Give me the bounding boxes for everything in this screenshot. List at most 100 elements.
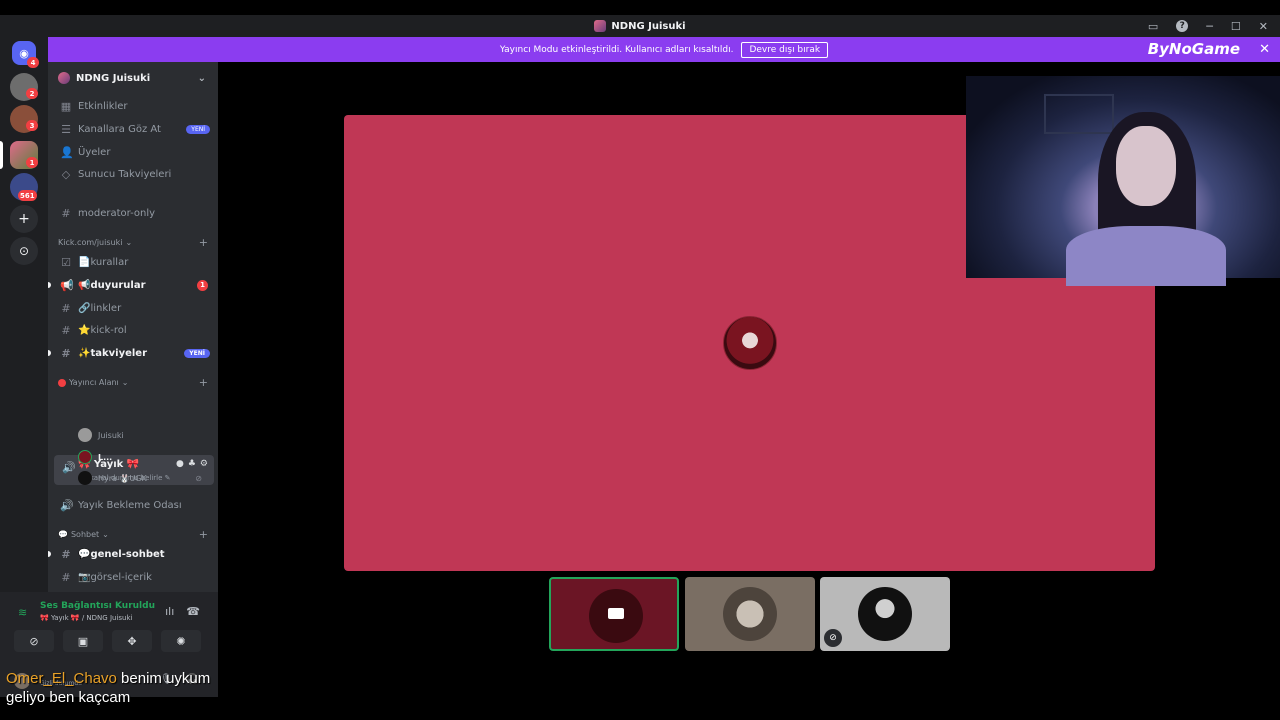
banner-text: Yayıncı Modu etkinleştirildi. Kullanıcı … [499,44,734,55]
channel-label: ⭐kick-rol [78,324,127,336]
avatar [78,471,92,485]
close-window-button[interactable]: ✕ [1259,20,1268,33]
unread-indicator [48,282,51,288]
channel-moderator-only[interactable]: # moderator-only [54,203,214,223]
nav-events[interactable]: ▦ Etkinlikler [54,96,214,116]
bynogame-watermark: ByNoGame [1147,40,1240,58]
channel-label: Yayık Bekleme Odası [78,499,182,511]
channel-kick-rol[interactable]: # ⭐kick-rol [54,320,214,340]
voice-user-name: L... [98,452,113,462]
hash-icon: # [61,346,71,360]
hash-icon: # [61,323,71,337]
nav-members-label: Üyeler [78,146,111,158]
channel-label: 📄kurallar [78,256,129,268]
server-header-icon [58,72,70,84]
chat-line-2: geliyo ben kaçcam [6,689,131,706]
active-server-pill [0,141,3,169]
maximize-button[interactable]: ☐ [1231,20,1241,33]
disable-streamer-mode-button[interactable]: Devre dışı bırak [741,41,829,58]
chat-line-1: Omer_El_Chavo benim uykum [6,669,306,688]
camera-off-button[interactable]: ⊘ [14,630,54,652]
focused-participant-avatar [723,316,777,370]
stream-chat-overlay: Omer_El_Chavo benim uykum geliyo ben kaç… [6,669,306,707]
channel-gorsel-icerik[interactable]: # 📷görsel-içerik [54,567,214,587]
voice-connected-channel[interactable]: 🎀 Yayık 🎀 / NDNG Juisuki [40,614,132,622]
list-icon: ☰ [61,122,71,136]
voice-user[interactable]: L... [78,448,208,466]
nav-boosts[interactable]: ◇ Sunucu Takviyeleri [54,164,214,184]
voice-user[interactable]: Hyra 🐰UGK ⊘ [78,469,208,487]
nav-browse-channels[interactable]: ☰ Kanallara Göz At YENİ [54,119,214,139]
window-controls: ▭ ? ─ ☐ ✕ [1148,15,1268,37]
hash-icon: # [61,206,71,220]
chevron-down-icon: ⌄ [125,238,133,247]
avatar [723,587,777,641]
soundboard-icon: ✺ [176,634,186,648]
server-header[interactable]: NDNG Juisuki ⌄ [48,62,218,94]
voice-connected-status[interactable]: Ses Bağlantısı Kuruldu [40,601,155,611]
window-titlebar: NDNG Juisuki ▭ ? ─ ☐ ✕ [0,15,1280,37]
voice-user-name: Juisuki [98,430,124,440]
new-badge: YENİ [186,124,210,134]
webcam-person-body [1066,226,1226,286]
server-badge-2: 3 [26,120,38,131]
megaphone-icon: 📢 [60,278,74,292]
soundboard-button[interactable]: ✺ [161,630,201,652]
speech-bubble-icon: 💬 [58,530,68,539]
server-badge-3: 1 [26,157,38,168]
participant-tile-1[interactable] [549,577,679,651]
add-channel-icon[interactable]: + [199,236,208,249]
home-badge: 4 [27,57,39,68]
channel-duyurular[interactable]: 📢 📢duyurular 1 [48,275,214,295]
category-chat[interactable]: 💬 Sohbet ⌄ + [58,528,208,541]
signal-icon: ≋ [18,606,28,619]
participant-tile-2[interactable] [685,577,815,651]
nav-events-label: Etkinlikler [78,100,128,112]
server-badge-4: 561 [18,190,37,201]
banner-close-button[interactable]: ✕ [1259,42,1270,57]
participant-tile-3[interactable]: ⊘ [820,577,950,651]
disconnect-icon[interactable]: ☎ [186,605,200,618]
chevron-down-icon: ⌄ [102,530,109,539]
help-icon[interactable]: ? [1176,20,1189,32]
activities-button[interactable]: ✥ [112,630,152,652]
calendar-icon: ▦ [60,99,72,113]
inbox-icon[interactable]: ▭ [1148,20,1158,33]
channel-label: ✨takviyeler [78,347,148,359]
discover-icon[interactable]: ⊙ [10,237,38,265]
avatar [78,450,92,464]
channel-linkler[interactable]: # 🔗linkler [54,298,214,318]
mention-badge: 1 [197,279,208,291]
channel-label: 💬genel-sohbet [78,548,165,560]
nav-members[interactable]: 👤 Üyeler [54,142,214,162]
red-circle-icon [58,378,66,387]
camera-icon [608,608,624,619]
new-badge: YENİ [184,348,210,358]
voice-panel-tools: ılı ☎ [165,605,200,618]
voice-channel-waiting[interactable]: 🔊 Yayık Bekleme Odası [54,495,214,515]
hash-icon: # [61,570,71,584]
add-channel-icon[interactable]: + [199,528,208,541]
channel-kurallar[interactable]: ☑ 📄kurallar [54,252,214,272]
unread-indicator [48,350,51,356]
rules-icon: ☑ [61,255,71,269]
channel-genel-sohbet[interactable]: # 💬genel-sohbet [48,544,214,564]
add-channel-icon[interactable]: + [199,376,208,389]
category-label: Sohbet [70,530,100,539]
category-label: Kick.com/juisuki [58,238,123,247]
noise-suppression-icon[interactable]: ılı [165,605,174,618]
chevron-down-icon[interactable]: ⌄ [198,73,206,84]
avatar [589,589,643,643]
boost-icon: ◇ [61,167,71,181]
webcam-background-shelf [1044,94,1114,134]
screen-share-button[interactable]: ▣ [63,630,103,652]
category-kick[interactable]: Kick.com/juisuki ⌄ + [58,236,208,249]
channel-takviyeler[interactable]: # ✨takviyeler YENİ [48,343,214,363]
add-server-icon[interactable]: + [10,205,38,233]
category-streamer[interactable]: Yayıncı Alanı ⌄ + [58,376,208,389]
channel-label: 🔗linkler [78,302,122,314]
chat-nick: Omer_El_Chavo [6,670,117,687]
minimize-button[interactable]: ─ [1206,20,1213,33]
server-badge-1: 2 [26,88,38,99]
voice-user[interactable]: Juisuki [78,426,208,444]
